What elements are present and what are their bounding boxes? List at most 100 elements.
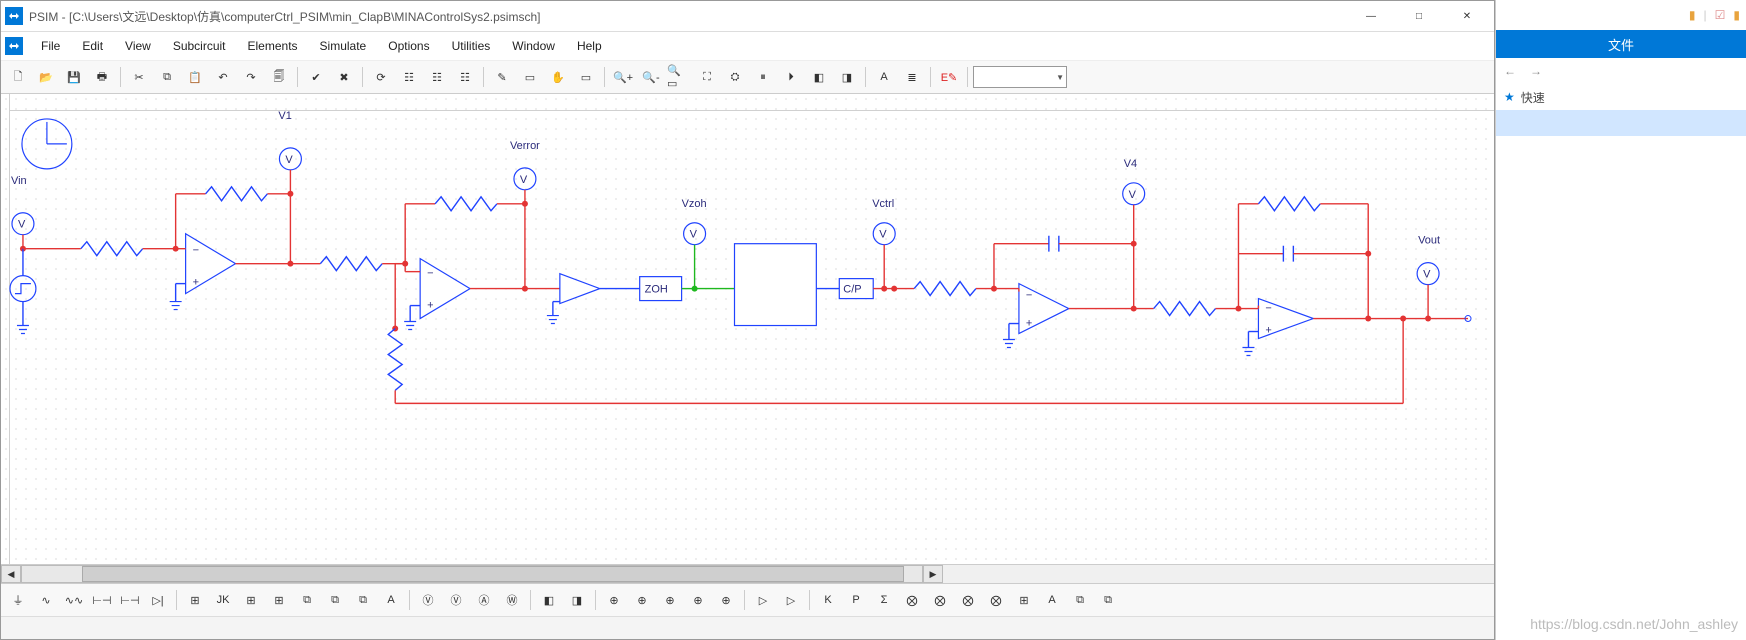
src3-icon[interactable]: ⊕	[657, 588, 683, 612]
blk8-icon[interactable]: ⊞	[1011, 588, 1037, 612]
run-icon[interactable]: ⛭	[722, 65, 748, 89]
blk2-icon[interactable]: P	[843, 588, 869, 612]
netlist2-icon[interactable]: ☷	[424, 65, 450, 89]
zoom-in-icon[interactable]: 🔍+	[610, 65, 636, 89]
sw2-icon[interactable]: JK	[210, 588, 236, 612]
redo-icon[interactable]: ↷	[238, 65, 264, 89]
blk5-icon[interactable]: ⨂	[927, 588, 953, 612]
folder2-icon: ▮	[1733, 8, 1740, 22]
maximize-button[interactable]: □	[1396, 1, 1442, 31]
step-icon[interactable]: ⏵	[778, 65, 804, 89]
probe-vp-icon[interactable]: Ⓥ	[443, 588, 469, 612]
menu-options[interactable]: Options	[378, 35, 439, 57]
quick-access-row[interactable]: ★ 快速	[1496, 84, 1746, 110]
ctrl1-icon[interactable]: ▷	[750, 588, 776, 612]
minimize-button[interactable]: —	[1348, 1, 1394, 31]
blk7-icon[interactable]: ⨂	[983, 588, 1009, 612]
blk10-icon[interactable]: ⧉	[1067, 588, 1093, 612]
ground-icon[interactable]: ⏚	[5, 588, 31, 612]
menu-elements[interactable]: Elements	[238, 35, 308, 57]
select-icon[interactable]: ▭	[573, 65, 599, 89]
side-tab-file[interactable]: 文件	[1496, 30, 1746, 58]
cap2-icon[interactable]: ⊢⊣	[117, 588, 143, 612]
diode-icon[interactable]: ▷|	[145, 588, 171, 612]
epen-icon[interactable]: E✎	[936, 65, 962, 89]
new-icon[interactable]: 🗋	[5, 65, 31, 89]
scope1-icon[interactable]: ◧	[806, 65, 832, 89]
menu-window[interactable]: Window	[502, 35, 565, 57]
src5-icon[interactable]: ⊕	[713, 588, 739, 612]
refresh-icon[interactable]: ⟳	[368, 65, 394, 89]
selected-row[interactable]	[1496, 110, 1746, 136]
sw8-icon[interactable]: A	[378, 588, 404, 612]
check-icon[interactable]: ☑	[1715, 8, 1726, 22]
menu-help[interactable]: Help	[567, 35, 612, 57]
scroll-thumb[interactable]	[82, 566, 904, 582]
src1-icon[interactable]: ⊕	[601, 588, 627, 612]
save-icon[interactable]: 💾	[61, 65, 87, 89]
cancel-icon[interactable]: ✖	[331, 65, 357, 89]
cap-icon[interactable]: ⊢⊣	[89, 588, 115, 612]
menu-file[interactable]: File	[31, 35, 70, 57]
svg-text:−: −	[1265, 303, 1271, 315]
blk4-icon[interactable]: ⨂	[899, 588, 925, 612]
close-button[interactable]: ✕	[1444, 1, 1490, 31]
wire-icon[interactable]: ✎	[489, 65, 515, 89]
menu-simulate[interactable]: Simulate	[310, 35, 377, 57]
sw4-icon[interactable]: ⊞	[266, 588, 292, 612]
nav-back-icon[interactable]: ←	[1504, 64, 1516, 78]
probe-v-icon[interactable]: Ⓥ	[415, 588, 441, 612]
menu-utilities[interactable]: Utilities	[442, 35, 501, 57]
netlist-icon[interactable]: ☷	[396, 65, 422, 89]
netlist3-icon[interactable]: ☷	[452, 65, 478, 89]
menu-view[interactable]: View	[115, 35, 161, 57]
blk1-icon[interactable]: K	[815, 588, 841, 612]
src4-icon[interactable]: ⊕	[685, 588, 711, 612]
paste-icon[interactable]: 📋	[182, 65, 208, 89]
open-icon[interactable]: 📂	[33, 65, 59, 89]
menu-edit[interactable]: Edit	[72, 35, 113, 57]
print-icon[interactable]: 🖶	[89, 65, 115, 89]
resistor-icon[interactable]: ∿	[33, 588, 59, 612]
probe-a-icon[interactable]: Ⓐ	[471, 588, 497, 612]
scope-a-icon[interactable]: ◧	[536, 588, 562, 612]
check-icon[interactable]: ✔	[303, 65, 329, 89]
blk11-icon[interactable]: ⧉	[1095, 588, 1121, 612]
blk6-icon[interactable]: ⨂	[955, 588, 981, 612]
scope-b-icon[interactable]: ◨	[564, 588, 590, 612]
sw7-icon[interactable]: ⧉	[350, 588, 376, 612]
hscrollbar[interactable]: ◀ ▶	[1, 564, 1494, 583]
sw3-icon[interactable]: ⊞	[238, 588, 264, 612]
schematic-canvas[interactable]: V Vin −+	[1, 94, 1494, 564]
undo-icon[interactable]: ↶	[210, 65, 236, 89]
copy-icon[interactable]: ⧉	[154, 65, 180, 89]
zoom-fit-icon[interactable]: ⛶	[694, 65, 720, 89]
inductor-icon[interactable]: ∿∿	[61, 588, 87, 612]
src2-icon[interactable]: ⊕	[629, 588, 655, 612]
blk9-icon[interactable]: A	[1039, 588, 1065, 612]
probe-w-icon[interactable]: Ⓦ	[499, 588, 525, 612]
ctrl2-icon[interactable]: ▷	[778, 588, 804, 612]
pause-icon[interactable]: ⏸	[750, 65, 776, 89]
clipboard-icon[interactable]: 🗐	[266, 65, 292, 89]
scroll-left-icon[interactable]: ◀	[1, 565, 21, 583]
zoom-out-icon[interactable]: 🔍-	[638, 65, 664, 89]
zoom-area-icon[interactable]: 🔍▭	[666, 65, 692, 89]
toolbar-dropdown[interactable]	[973, 66, 1067, 88]
resistor-rfb3	[388, 329, 402, 391]
side-header: ▮ | ☑ ▮	[1496, 0, 1746, 30]
align-icon[interactable]: ≣	[899, 65, 925, 89]
nav-fwd-icon[interactable]: →	[1530, 64, 1542, 78]
label-icon[interactable]: ▭	[517, 65, 543, 89]
scroll-track[interactable]	[21, 565, 923, 583]
scroll-right-icon[interactable]: ▶	[923, 565, 943, 583]
text-icon[interactable]: A	[871, 65, 897, 89]
pan-icon[interactable]: ✋	[545, 65, 571, 89]
sw6-icon[interactable]: ⧉	[322, 588, 348, 612]
sw5-icon[interactable]: ⧉	[294, 588, 320, 612]
sw1-icon[interactable]: ⊞	[182, 588, 208, 612]
scope2-icon[interactable]: ◨	[834, 65, 860, 89]
cut-icon[interactable]: ✂	[126, 65, 152, 89]
menu-subcircuit[interactable]: Subcircuit	[163, 35, 236, 57]
blk3-icon[interactable]: Σ	[871, 588, 897, 612]
